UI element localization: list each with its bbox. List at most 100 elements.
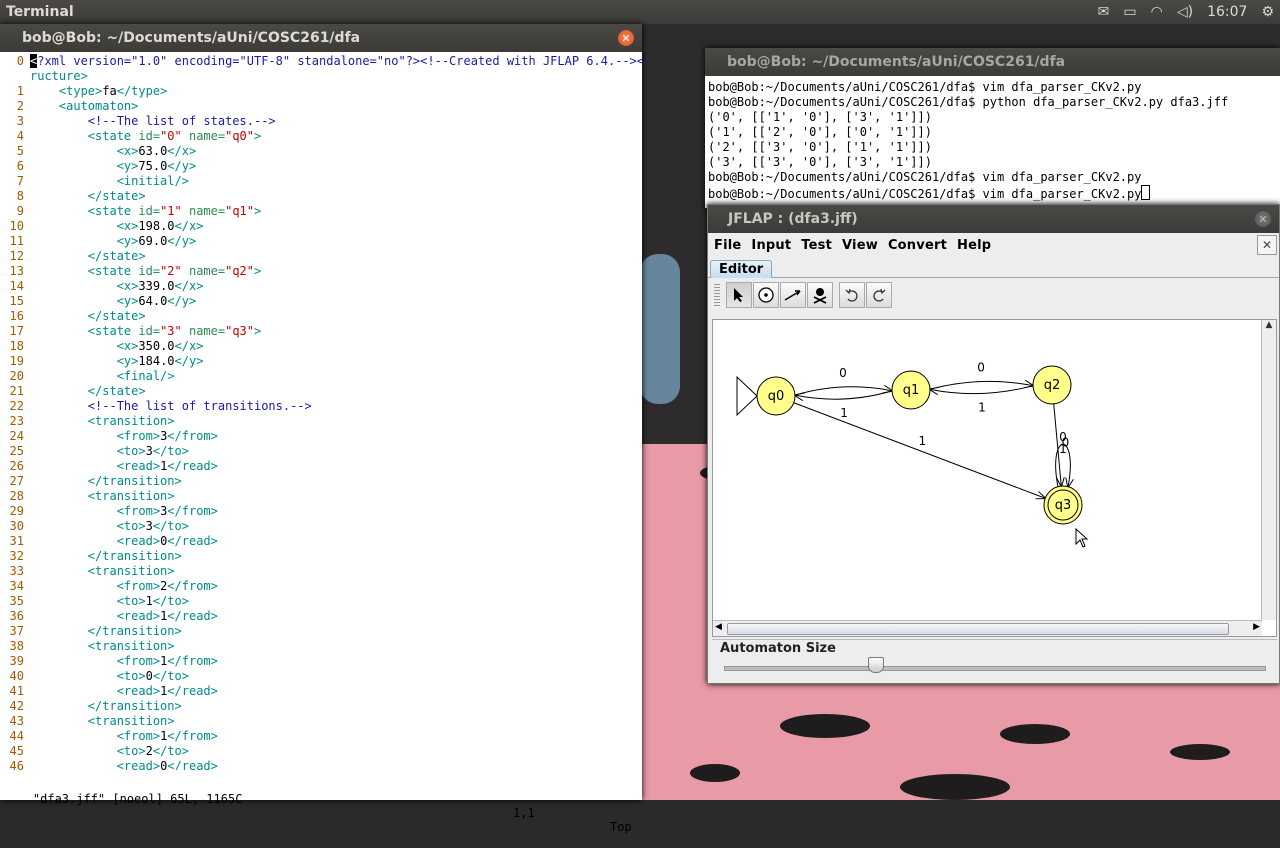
- vim-text: </from>: [167, 429, 218, 443]
- menu-input[interactable]: Input: [749, 238, 799, 253]
- vim-line: 20 <final/>: [0, 369, 642, 384]
- clock[interactable]: 16:07: [1207, 4, 1247, 20]
- undo-icon[interactable]: [839, 282, 865, 308]
- vim-window-titlebar[interactable]: bob@Bob: ~/Documents/aUni/COSC261/dfa ✕: [0, 24, 642, 52]
- vim-text: <y>: [116, 354, 139, 368]
- menu-help[interactable]: Help: [955, 238, 999, 253]
- vim-line-number: 1: [16, 84, 24, 98]
- vim-text: </x>: [174, 339, 204, 353]
- shell-output[interactable]: bob@Bob:~/Documents/aUni/COSC261/dfa$ vi…: [705, 76, 1280, 202]
- vim-text: 3: [145, 519, 153, 533]
- vim-line-number: 21: [9, 384, 24, 398]
- tab-editor[interactable]: Editor: [710, 260, 773, 278]
- wallpaper-spot: [900, 774, 1010, 800]
- vim-text: </read>: [167, 459, 218, 473]
- vim-text: >: [254, 129, 262, 143]
- toolbar-grip[interactable]: [714, 284, 720, 308]
- pointer-tool-icon[interactable]: [726, 282, 752, 308]
- redo-icon[interactable]: [866, 282, 892, 308]
- scroll-right-icon[interactable]: ▶: [1253, 622, 1260, 632]
- scroll-left-icon[interactable]: ◀: [715, 622, 722, 632]
- vim-line: 12 </state>: [0, 249, 642, 264]
- menu-file[interactable]: File: [712, 238, 749, 253]
- vim-text: </x>: [174, 219, 204, 233]
- automaton-canvas[interactable]: 0 1 0 1 0 1 0 1 q0 q1 q2 q3 ▲ ◀ ▶: [712, 319, 1277, 637]
- jflap-titlebar[interactable]: JFLAP : (dfa3.jff) ✕: [708, 205, 1279, 233]
- close-tab-icon[interactable]: ✕: [1257, 235, 1277, 255]
- vim-text: </read>: [167, 609, 218, 623]
- vim-text: <from>: [116, 654, 161, 668]
- vim-text: <state: [87, 129, 139, 143]
- vim-text: [30, 624, 88, 638]
- vim-line-number: 43: [9, 714, 24, 728]
- mail-icon[interactable]: ✉: [1098, 4, 1110, 20]
- vim-line-number: 15: [9, 294, 24, 308]
- menu-test[interactable]: Test: [799, 238, 840, 253]
- vim-text: "q3": [225, 324, 255, 338]
- vim-text: <transition>: [87, 489, 175, 503]
- vim-line: 29 <from>3</from>: [0, 504, 642, 519]
- shell-window-titlebar[interactable]: bob@Bob: ~/Documents/aUni/COSC261/dfa: [705, 48, 1280, 76]
- vim-text: </to>: [152, 669, 189, 683]
- vim-line-number: 10: [9, 219, 24, 233]
- vim-text: >: [254, 324, 262, 338]
- vim-text: 184.0: [138, 354, 175, 368]
- transition-label: 1: [978, 400, 986, 414]
- transition-label: 1: [1059, 442, 1067, 456]
- vim-line: 19 <y>184.0</y>: [0, 354, 642, 369]
- vim-line-number: 2: [16, 99, 24, 113]
- transition-label: 1: [840, 406, 848, 420]
- vim-line: 42 </transition>: [0, 699, 642, 714]
- vertical-scrollbar[interactable]: ▲: [1261, 320, 1276, 620]
- horizontal-scrollbar[interactable]: ◀ ▶: [713, 620, 1262, 636]
- vim-text: <x>: [116, 219, 139, 233]
- menu-view[interactable]: View: [840, 238, 886, 253]
- vim-line-number: 6: [16, 159, 24, 173]
- scroll-up-icon[interactable]: ▲: [1262, 320, 1276, 330]
- vim-line: 25 <to>3</to>: [0, 444, 642, 459]
- automaton-diagram[interactable]: 010101 01q0 q1 q2q3: [713, 320, 1262, 620]
- volume-icon[interactable]: ◁): [1177, 4, 1193, 20]
- initial-state-marker: [736, 375, 758, 417]
- vim-text: [30, 519, 117, 533]
- slider-thumb[interactable]: [868, 657, 885, 673]
- vim-line: 1 <type>fa</type>: [0, 84, 642, 99]
- vim-text: </state>: [87, 189, 146, 203]
- vim-text: </transition>: [87, 699, 182, 713]
- vim-text: [30, 579, 117, 593]
- vim-text: [30, 249, 88, 263]
- close-button[interactable]: ✕: [618, 30, 634, 46]
- automaton-size-slider[interactable]: [724, 666, 1266, 671]
- vim-line: 0 <?xml version="1.0" encoding="UTF-8" st…: [0, 54, 642, 69]
- vim-line: 32 </transition>: [0, 549, 642, 564]
- shell-line: ('3', [['3', '0'], ['3', '1']]): [708, 155, 932, 169]
- vim-text: </x>: [174, 279, 204, 293]
- scrollbar-thumb[interactable]: [727, 623, 1229, 635]
- vim-line-number: 11: [9, 234, 24, 248]
- vim-text: <x>: [116, 144, 139, 158]
- vim-buffer[interactable]: 0 <?xml version="1.0" encoding="UTF-8" st…: [0, 52, 642, 770]
- state-creator-icon[interactable]: [753, 282, 779, 308]
- vim-line: ructure>: [0, 69, 642, 84]
- vim-text: name=: [181, 324, 226, 338]
- shell-line: bob@Bob:~/Documents/aUni/COSC261/dfa$ vi…: [708, 170, 1142, 184]
- shell-line: bob@Bob:~/Documents/aUni/COSC261/dfa$ vi…: [708, 80, 1142, 94]
- battery-icon[interactable]: ▭: [1123, 4, 1136, 20]
- transition-creator-icon[interactable]: [780, 282, 806, 308]
- vim-text: <initial/>: [116, 174, 189, 188]
- vim-line-number: 28: [9, 489, 24, 503]
- vim-text: <state: [87, 264, 139, 278]
- transition-label: 0: [977, 361, 985, 375]
- vim-text: <y>: [116, 294, 139, 308]
- vim-text: [30, 489, 88, 503]
- vim-line: 14 <x>339.0</x>: [0, 279, 642, 294]
- vim-text: >: [254, 264, 262, 278]
- vim-text: [30, 609, 117, 623]
- close-button[interactable]: ✕: [1255, 211, 1271, 227]
- deleter-icon[interactable]: [807, 282, 833, 308]
- vim-text: ?xml version="1.0" encoding="UTF-8" stan…: [37, 54, 642, 68]
- wifi-icon[interactable]: ◠: [1151, 4, 1163, 20]
- menu-convert[interactable]: Convert: [886, 238, 955, 253]
- gear-icon[interactable]: ⚙: [1261, 4, 1274, 20]
- vim-text: </transition>: [87, 624, 182, 638]
